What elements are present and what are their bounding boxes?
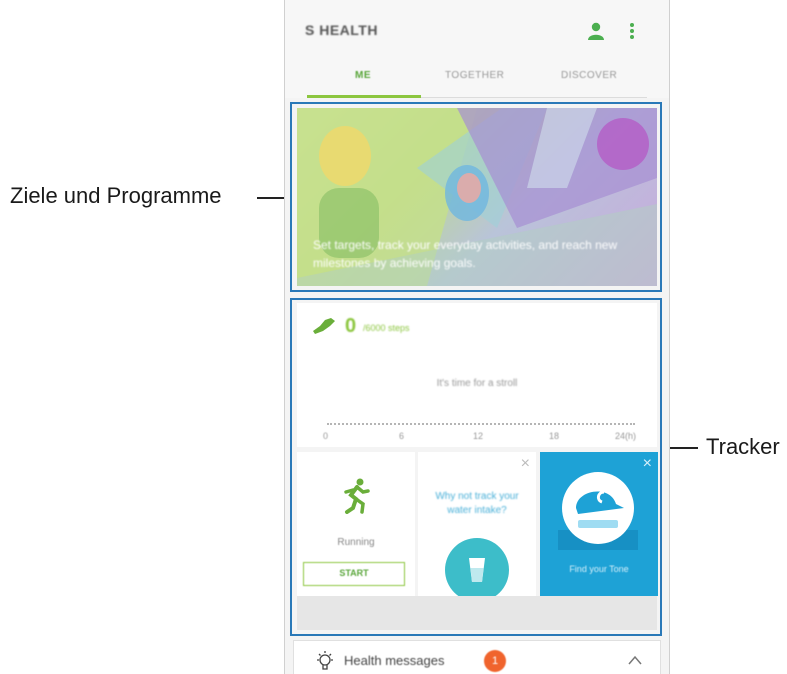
tab-discover[interactable]: DISCOVER [561,70,617,81]
health-messages-bar[interactable]: Health messages 1 [293,640,661,674]
callout-goals-programs: Ziele und Programme [10,183,222,208]
tab-together[interactable]: TOGETHER [445,70,504,81]
app-bar: S HEALTH [285,0,669,58]
lightbulb-icon [317,651,333,670]
tracker-highlight [290,298,662,636]
tab-bar: ME TOGETHER DISCOVER [285,58,669,98]
callout-tracker: Tracker [706,434,780,459]
health-messages-label: Health messages [344,653,445,668]
tab-me[interactable]: ME [355,70,371,81]
chevron-up-icon[interactable] [628,655,642,665]
goals-programs-highlight [290,102,662,292]
more-options-icon[interactable] [629,22,635,40]
app-title: S HEALTH [305,22,378,38]
tab-active-indicator [307,95,421,98]
messages-count-badge: 1 [484,650,506,672]
profile-icon[interactable] [587,22,605,40]
